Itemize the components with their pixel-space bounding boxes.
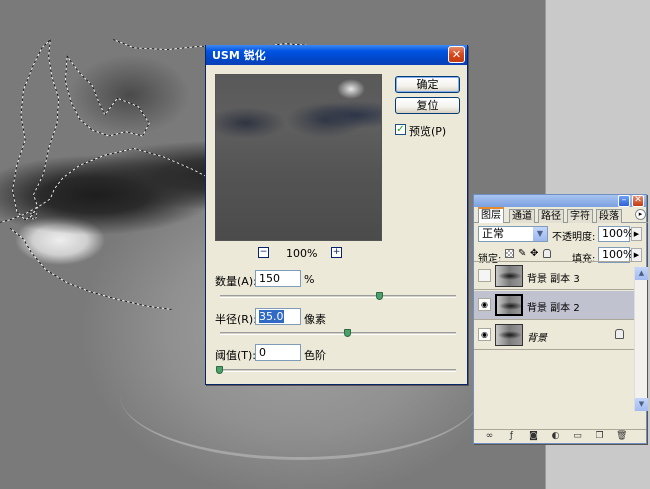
layer-row[interactable]: ◉ 背景 副本 2 — [474, 291, 634, 320]
close-icon: ✕ — [634, 195, 642, 205]
checkmark-icon: ✓ — [396, 124, 405, 135]
dialog-title: USM 锐化 — [212, 49, 266, 62]
link-layers-icon[interactable]: ∞ — [484, 431, 495, 442]
adjustment-layer-icon[interactable]: ◐ — [550, 431, 561, 442]
tab-character[interactable]: 字符 — [567, 209, 593, 223]
threshold-label: 阈值(T): — [215, 349, 257, 362]
amount-unit: % — [304, 273, 315, 286]
threshold-slider-thumb[interactable] — [216, 366, 223, 374]
dialog-title-bar[interactable]: USM 锐化 — [206, 45, 467, 65]
blend-mode-value: 正常 — [482, 227, 504, 240]
layer-row[interactable]: 背景 副本 3 — [474, 261, 634, 290]
radius-value-selected: 35.0 — [259, 310, 284, 323]
blend-mode-select[interactable]: 正常 ▼ — [478, 226, 548, 242]
amount-label: 数量(A): — [215, 275, 257, 288]
radius-label: 半径(R): — [215, 313, 257, 326]
lock-icon — [615, 329, 624, 339]
layer-thumbnail — [495, 324, 523, 346]
lock-paint-icon[interactable]: ✎ — [518, 248, 526, 259]
layer-mask-icon[interactable]: ◙ — [528, 431, 539, 442]
preview-checkbox[interactable]: ✓ — [395, 124, 406, 135]
layer-name: 背景 — [527, 333, 547, 344]
reset-button[interactable]: 复位 — [395, 97, 460, 114]
layer-thumbnail — [495, 265, 523, 287]
lock-all-icon[interactable] — [543, 249, 551, 258]
layer-name: 背景 副本 3 — [527, 274, 580, 285]
radius-slider-thumb[interactable] — [344, 329, 351, 337]
preview-label: 预览(P) — [409, 125, 447, 138]
eye-icon: ◉ — [481, 330, 488, 339]
delete-layer-icon[interactable]: 🗑 — [616, 431, 627, 442]
close-icon: ✕ — [451, 48, 462, 61]
zoom-out-button[interactable]: − — [258, 247, 269, 258]
scroll-up-arrow[interactable]: ▲ — [635, 267, 648, 280]
threshold-input[interactable]: 0 — [255, 344, 301, 361]
panel-title-bar[interactable]: – ✕ — [474, 195, 646, 207]
plus-icon: + — [332, 247, 341, 257]
panel-menu-button[interactable]: ▸ — [635, 209, 646, 220]
radius-input[interactable]: 35.0 — [255, 308, 301, 325]
eye-icon: ◉ — [481, 300, 488, 309]
preview-image[interactable] — [215, 74, 382, 241]
menu-arrow-icon: ▸ — [638, 210, 643, 218]
opacity-input[interactable]: 100% — [598, 226, 633, 242]
layer-thumbnail — [495, 294, 523, 316]
layers-toolbar: ∞ ƒ ◙ ◐ ▭ ❐ 🗑 — [474, 429, 646, 443]
panel-tabs: 图层 通道 路径 字符 段落 ▸ — [474, 207, 648, 223]
dialog-close-button[interactable]: ✕ — [448, 46, 465, 63]
zoom-in-button[interactable]: + — [331, 247, 342, 258]
visibility-toggle[interactable] — [478, 269, 491, 282]
new-layer-icon[interactable]: ❐ — [594, 431, 605, 442]
radius-slider-track[interactable] — [220, 332, 456, 335]
layer-name: 背景 副本 2 — [527, 303, 580, 314]
radius-unit: 像素 — [304, 313, 326, 326]
minimize-icon: – — [621, 195, 627, 205]
chevron-right-icon: ▶ — [633, 251, 640, 259]
visibility-toggle[interactable]: ◉ — [478, 328, 491, 341]
threshold-unit: 色阶 — [304, 349, 326, 362]
chevron-down-icon: ▼ — [533, 227, 547, 241]
new-group-icon[interactable]: ▭ — [572, 431, 583, 442]
tab-channels[interactable]: 通道 — [509, 209, 535, 223]
tab-paragraph[interactable]: 段落 — [596, 209, 622, 223]
tab-paths[interactable]: 路径 — [538, 209, 564, 223]
threshold-slider-track[interactable] — [220, 369, 456, 372]
chevron-right-icon: ▶ — [633, 230, 640, 238]
ok-button[interactable]: 确定 — [395, 76, 460, 93]
amount-input[interactable]: 150 — [255, 270, 301, 287]
scroll-down-arrow[interactable]: ▼ — [635, 398, 648, 411]
layers-scrollbar[interactable]: ▲ ▼ — [634, 267, 648, 411]
panel-close-button[interactable]: ✕ — [632, 195, 644, 207]
opacity-arrow-button[interactable]: ▶ — [631, 227, 642, 241]
usm-sharpen-dialog: USM 锐化 ✕ − 100% + 确定 复位 ✓ 预览(P) 数量(A): 1… — [205, 45, 468, 385]
lock-transparent-icon[interactable] — [505, 249, 514, 258]
tab-layers[interactable]: 图层 — [478, 207, 504, 223]
panel-minimize-button[interactable]: – — [618, 195, 630, 207]
minus-icon: − — [259, 247, 268, 257]
zoom-level: 100% — [286, 247, 318, 260]
fill-arrow-button[interactable]: ▶ — [631, 248, 642, 262]
lock-move-icon[interactable]: ✥ — [530, 248, 538, 259]
layer-row[interactable]: ◉ 背景 — [474, 321, 634, 350]
layer-style-icon[interactable]: ƒ — [506, 431, 517, 442]
layers-panel: – ✕ 图层 通道 路径 字符 段落 ▸ 正常 ▼ 不透明度: 100% ▶ 锁… — [473, 194, 648, 444]
amount-slider-track[interactable] — [220, 295, 456, 298]
amount-slider-thumb[interactable] — [376, 292, 383, 300]
opacity-label: 不透明度: — [552, 232, 596, 243]
visibility-toggle[interactable]: ◉ — [478, 298, 491, 311]
